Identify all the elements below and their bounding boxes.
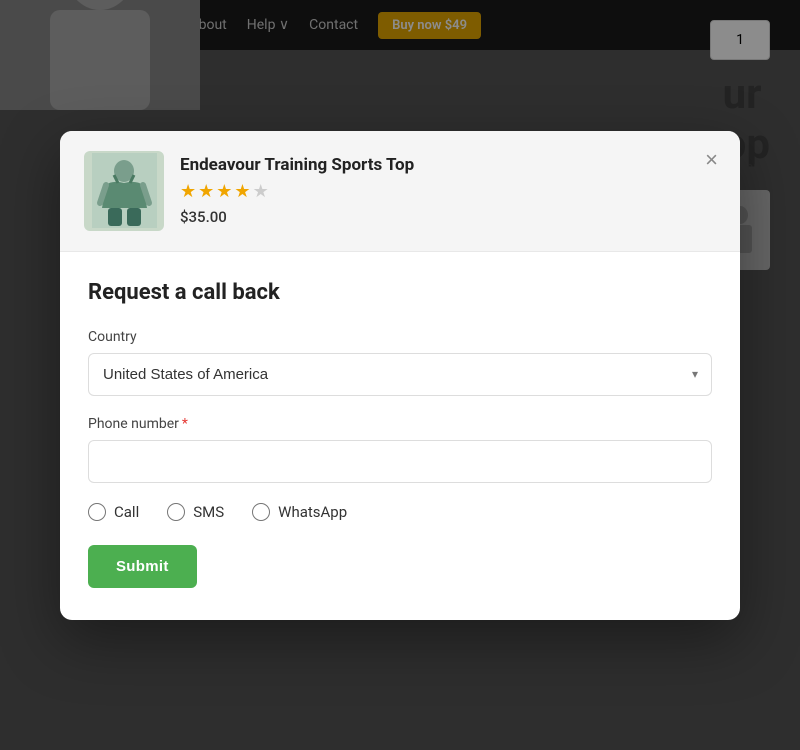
required-indicator: *: [182, 416, 188, 432]
product-image: [84, 151, 164, 231]
phone-label: Phone number*: [88, 416, 712, 432]
country-label: Country: [88, 329, 712, 345]
radio-call-item[interactable]: Call: [88, 503, 139, 521]
product-stars: ★ ★ ★ ★ ★: [180, 181, 716, 202]
star-3: ★: [216, 181, 232, 202]
submit-button[interactable]: Submit: [88, 545, 197, 588]
radio-sms-label: SMS: [193, 503, 224, 521]
radio-call[interactable]: [88, 503, 106, 521]
product-price: $35.00: [180, 208, 716, 226]
radio-sms-item[interactable]: SMS: [167, 503, 224, 521]
radio-sms[interactable]: [167, 503, 185, 521]
star-5: ★: [253, 181, 269, 202]
radio-whatsapp[interactable]: [252, 503, 270, 521]
product-name: Endeavour Training Sports Top: [180, 155, 716, 175]
close-button[interactable]: ×: [701, 145, 722, 175]
contact-method-group: Call SMS WhatsApp: [88, 503, 712, 521]
country-group: Country United States of America United …: [88, 329, 712, 396]
modal-product-header: Endeavour Training Sports Top ★ ★ ★ ★ ★ …: [60, 131, 740, 252]
radio-whatsapp-label: WhatsApp: [278, 503, 347, 521]
star-1: ★: [180, 181, 196, 202]
phone-group: Phone number*: [88, 416, 712, 483]
modal-overlay: Endeavour Training Sports Top ★ ★ ★ ★ ★ …: [0, 0, 800, 750]
product-info: Endeavour Training Sports Top ★ ★ ★ ★ ★ …: [180, 155, 716, 226]
modal-container: Endeavour Training Sports Top ★ ★ ★ ★ ★ …: [60, 131, 740, 620]
radio-whatsapp-item[interactable]: WhatsApp: [252, 503, 347, 521]
radio-call-label: Call: [114, 503, 139, 521]
modal-body: Request a call back Country United State…: [60, 252, 740, 620]
star-2: ★: [198, 181, 214, 202]
phone-input[interactable]: [88, 440, 712, 483]
country-select[interactable]: United States of America United Kingdom …: [88, 353, 712, 396]
star-4: ★: [234, 181, 250, 202]
country-select-wrapper: United States of America United Kingdom …: [88, 353, 712, 396]
modal-title: Request a call back: [88, 280, 712, 305]
